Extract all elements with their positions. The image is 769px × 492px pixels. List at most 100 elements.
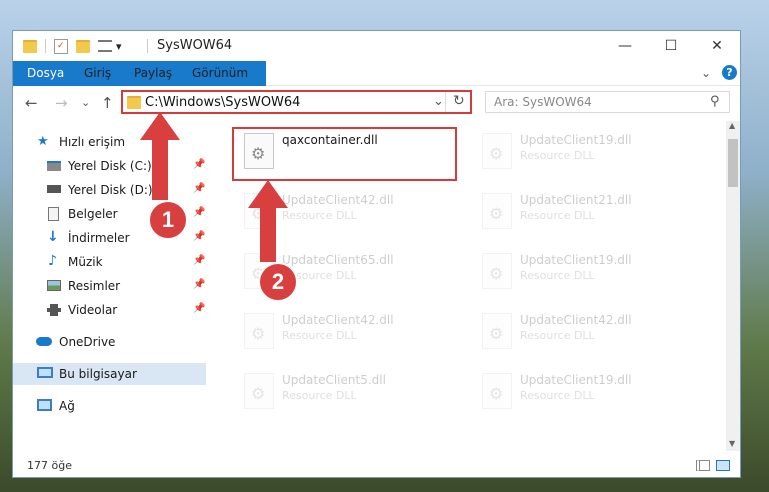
nav-label: Yerel Disk (D:) <box>68 183 153 197</box>
download-icon: ↓ <box>47 229 59 245</box>
search-placeholder: Ara: SysWOW64 <box>494 95 592 109</box>
file-item-qaxcontainer[interactable]: qaxcontainer.dll <box>232 127 457 181</box>
dll-file-icon <box>244 133 274 169</box>
file-item[interactable]: UpdateClient42.dll Resource DLL <box>232 187 457 241</box>
drive-icon <box>47 161 61 171</box>
file-name: UpdateClient19.dll <box>520 133 632 147</box>
file-item[interactable]: UpdateClient42.dll Resource DLL <box>232 307 457 361</box>
address-bar[interactable]: C:\Windows\SysWOW64 ⌄ ↻ <box>121 90 472 114</box>
computer-icon <box>37 367 53 378</box>
new-folder-icon[interactable] <box>76 39 90 53</box>
nav-item-local-disk-c[interactable]: Yerel Disk (C:) 📌 <box>13 155 206 177</box>
dll-file-icon <box>482 373 512 409</box>
file-item[interactable]: UpdateClient21.dll Resource DLL <box>470 187 695 241</box>
file-name: UpdateClient21.dll <box>520 193 632 207</box>
nav-label: Yerel Disk (C:) <box>68 159 152 173</box>
file-type: Resource DLL <box>520 389 595 402</box>
nav-label: Hızlı erişim <box>59 135 126 149</box>
nav-item-this-pc[interactable]: Bu bilgisayar <box>13 363 206 385</box>
nav-label: OneDrive <box>59 335 116 349</box>
address-row: ← → ⌄ ↑ C:\Windows\SysWOW64 ⌄ ↻ Ara: Sys… <box>13 86 740 119</box>
view-icon[interactable] <box>98 40 112 52</box>
details-view-icon[interactable] <box>696 460 710 471</box>
help-icon[interactable]: ? <box>722 65 737 80</box>
cloud-icon <box>36 337 52 346</box>
dll-file-icon <box>482 313 512 349</box>
tab-home[interactable]: Giriş <box>84 61 111 85</box>
back-button[interactable]: ← <box>25 94 38 112</box>
maximize-button[interactable]: ☐ <box>648 31 694 61</box>
step-1-badge: 1 <box>148 200 188 240</box>
pin-icon[interactable]: 📌 <box>193 231 205 242</box>
scroll-up-icon[interactable]: ▲ <box>729 121 735 130</box>
search-icon[interactable]: ⚲ <box>710 94 720 109</box>
status-bar: 177 öğe <box>13 455 740 477</box>
nav-item-pictures[interactable]: Resimler 📌 <box>13 275 206 297</box>
address-dropdown-icon[interactable]: ⌄ <box>433 94 444 109</box>
properties-icon[interactable]: ✓ <box>54 38 68 54</box>
title-bar: ✓ ▾ SysWOW64 — ☐ ✕ <box>13 31 740 61</box>
close-button[interactable]: ✕ <box>694 31 740 61</box>
vertical-scrollbar[interactable]: ▲ ▼ <box>726 121 740 451</box>
pin-icon[interactable]: 📌 <box>193 207 205 218</box>
folder-icon <box>23 39 37 53</box>
nav-item-music[interactable]: ♪ Müzik 📌 <box>13 251 206 273</box>
forward-button[interactable]: → <box>55 94 68 112</box>
file-type: Resource DLL <box>282 389 357 402</box>
pin-icon[interactable]: 📌 <box>193 159 205 170</box>
dll-file-icon <box>244 313 274 349</box>
file-name: UpdateClient65.dll <box>282 253 394 267</box>
nav-label: İndirmeler <box>68 231 130 245</box>
refresh-icon[interactable]: ↻ <box>453 93 465 109</box>
file-name: qaxcontainer.dll <box>282 133 378 147</box>
network-icon <box>37 399 52 411</box>
file-item[interactable]: UpdateClient19.dll Resource DLL <box>470 127 695 181</box>
nav-item-quick-access[interactable]: ★ Hızlı erişim <box>13 131 206 153</box>
dll-file-icon <box>244 373 274 409</box>
scroll-down-icon[interactable]: ▼ <box>729 439 735 448</box>
file-item[interactable]: UpdateClient42.dll Resource DLL <box>470 307 695 361</box>
item-count: 177 öğe <box>27 459 72 472</box>
nav-label: Belgeler <box>68 207 118 221</box>
nav-label: Bu bilgisayar <box>59 367 137 381</box>
file-type: Resource DLL <box>520 269 595 282</box>
tab-view[interactable]: Görünüm <box>192 61 248 85</box>
videos-icon <box>47 304 61 316</box>
pictures-icon <box>47 280 61 291</box>
documents-icon <box>48 207 59 221</box>
pin-icon[interactable]: 📌 <box>193 303 205 314</box>
file-item[interactable]: UpdateClient19.dll Resource DLL <box>470 367 695 421</box>
ribbon-collapse-icon[interactable]: ⌄ <box>701 61 711 85</box>
file-name: UpdateClient19.dll <box>520 373 632 387</box>
file-name: UpdateClient5.dll <box>282 373 386 387</box>
divider <box>45 39 46 53</box>
nav-label: Ağ <box>59 399 75 413</box>
search-input[interactable]: Ara: SysWOW64 ⚲ <box>485 91 730 113</box>
address-path[interactable]: C:\Windows\SysWOW64 <box>145 95 300 110</box>
folder-icon <box>127 96 141 109</box>
file-item[interactable]: UpdateClient5.dll Resource DLL <box>232 367 457 421</box>
file-name: UpdateClient42.dll <box>282 193 394 207</box>
file-type: Resource DLL <box>520 209 595 222</box>
window-title: SysWOW64 <box>157 38 233 53</box>
pin-icon[interactable]: 📌 <box>193 183 205 194</box>
dll-file-icon <box>482 193 512 229</box>
nav-item-network[interactable]: Ağ <box>13 395 206 417</box>
step-2-badge: 2 <box>258 262 298 302</box>
large-icons-view-icon[interactable] <box>716 460 730 471</box>
recent-locations-button[interactable]: ⌄ <box>81 96 90 109</box>
nav-item-onedrive[interactable]: OneDrive <box>13 331 206 353</box>
ribbon: Dosya Giriş Paylaş Görünüm ⌄ ? <box>13 61 740 115</box>
scrollbar-thumb[interactable] <box>728 139 738 187</box>
customize-toolbar-dropdown[interactable]: ▾ <box>116 40 122 53</box>
minimize-button[interactable]: — <box>602 31 648 61</box>
tab-share[interactable]: Paylaş <box>134 61 172 85</box>
quick-access-toolbar: ✓ ▾ <box>23 38 122 54</box>
dll-file-icon <box>482 133 512 169</box>
nav-item-local-disk-d[interactable]: Yerel Disk (D:) 📌 <box>13 179 206 201</box>
nav-item-videos[interactable]: Videolar 📌 <box>13 299 206 321</box>
pin-icon[interactable]: 📌 <box>193 255 205 266</box>
file-item[interactable]: UpdateClient19.dll Resource DLL <box>470 247 695 301</box>
up-button[interactable]: ↑ <box>101 94 114 112</box>
pin-icon[interactable]: 📌 <box>193 279 205 290</box>
